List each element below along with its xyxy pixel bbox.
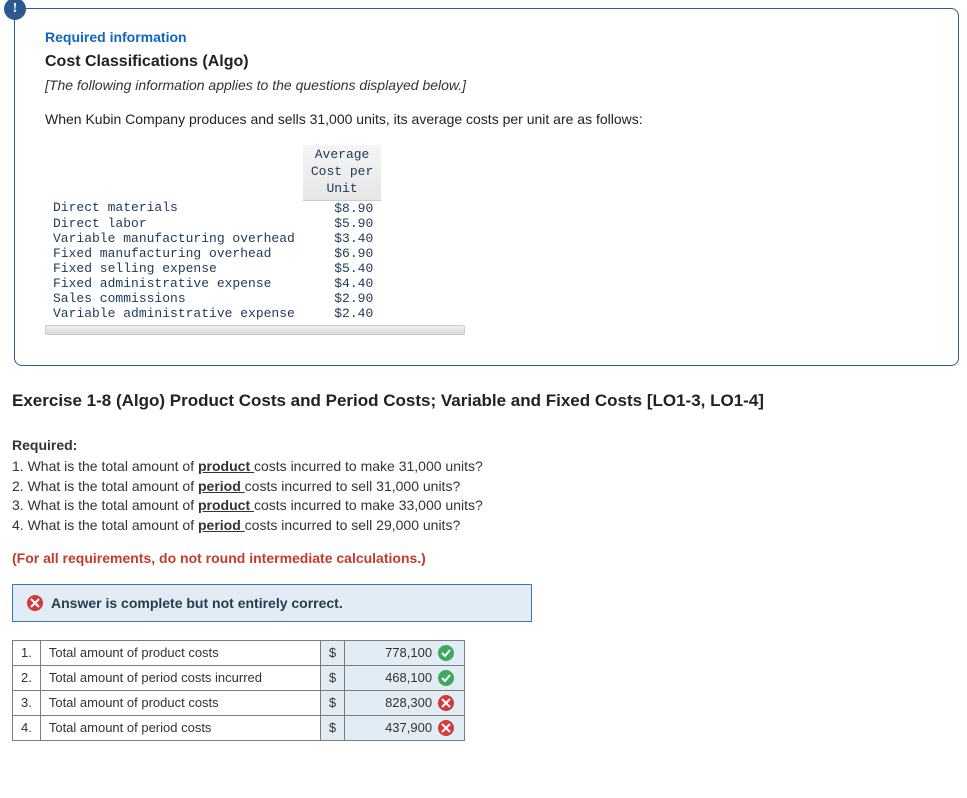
table-row: Fixed selling expense$5.40 (45, 261, 381, 276)
table-row: Direct materials$8.90 (45, 200, 381, 216)
table-row: Fixed manufacturing overhead$6.90 (45, 246, 381, 261)
table-row: Variable manufacturing overhead$3.40 (45, 231, 381, 246)
required-questions: Required: 1. What is the total amount of… (8, 436, 959, 536)
required-heading: Required: (12, 436, 959, 456)
warning-icon (27, 595, 43, 611)
feedback-text: Answer is complete but not entirely corr… (51, 595, 343, 611)
answer-row: 2. Total amount of period costs incurred… (13, 665, 465, 690)
intro-text: When Kubin Company produces and sells 31… (45, 111, 928, 127)
answer-value: 778,100 (385, 645, 432, 660)
answer-value: 468,100 (385, 670, 432, 685)
cost-table-header: Average Cost per Unit (303, 145, 381, 200)
feedback-banner: Answer is complete but not entirely corr… (12, 584, 532, 622)
question-1: 1. What is the total amount of product c… (12, 457, 959, 477)
question-4: 4. What is the total amount of period co… (12, 516, 959, 536)
table-row: Direct labor$5.90 (45, 216, 381, 231)
check-icon (438, 645, 454, 661)
exercise-title: Exercise 1-8 (Algo) Product Costs and Pe… (8, 391, 959, 411)
x-icon (438, 720, 454, 736)
section-title: Cost Classifications (Algo) (45, 53, 928, 71)
answer-row: 3. Total amount of product costs $ 828,3… (13, 690, 465, 715)
horizontal-scrollbar[interactable] (45, 325, 465, 335)
required-info-card: ! Required information Cost Classificati… (14, 8, 959, 366)
question-3: 3. What is the total amount of product c… (12, 496, 959, 516)
applies-note: [The following information applies to th… (45, 77, 928, 93)
table-row: Fixed administrative expense$4.40 (45, 276, 381, 291)
question-2: 2. What is the total amount of period co… (12, 477, 959, 497)
x-icon (438, 695, 454, 711)
answer-table: 1. Total amount of product costs $ 778,1… (12, 640, 465, 741)
check-icon (438, 670, 454, 686)
cost-per-unit-table: Average Cost per Unit Direct materials$8… (45, 145, 381, 321)
table-row: Sales commissions$2.90 (45, 291, 381, 306)
required-info-label: Required information (45, 29, 928, 45)
answer-value: 828,300 (385, 695, 432, 710)
answer-row: 4. Total amount of period costs $ 437,90… (13, 715, 465, 740)
rounding-note: (For all requirements, do not round inte… (8, 550, 959, 566)
answer-row: 1. Total amount of product costs $ 778,1… (13, 640, 465, 665)
answer-value: 437,900 (385, 720, 432, 735)
info-badge-icon: ! (4, 0, 26, 20)
table-row: Variable administrative expense$2.40 (45, 306, 381, 321)
